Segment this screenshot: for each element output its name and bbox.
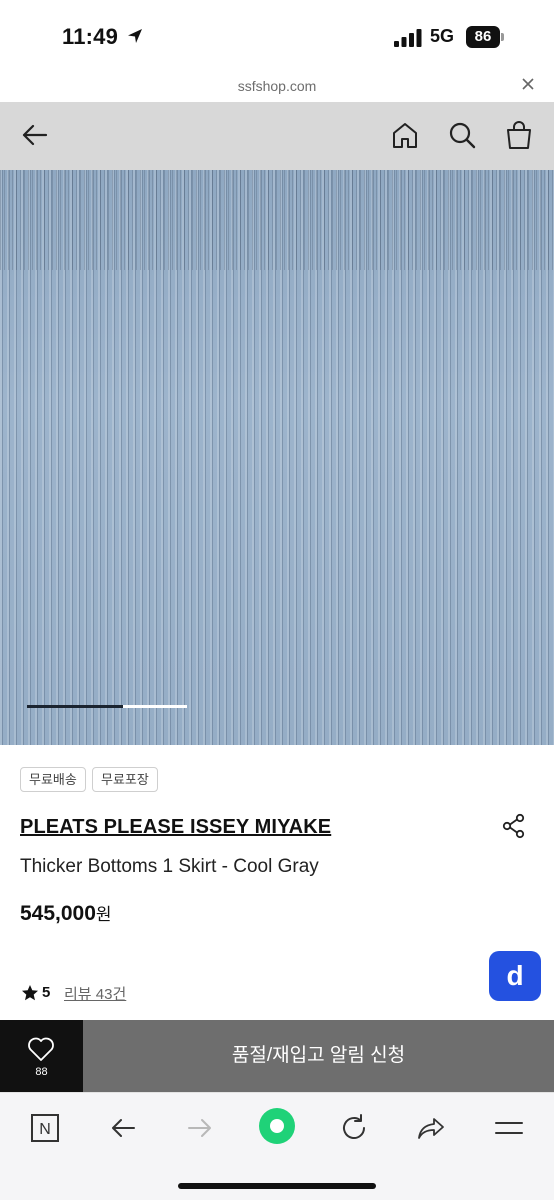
- browser-back-button[interactable]: [108, 1113, 138, 1143]
- forward-arrow-icon: [188, 1119, 211, 1137]
- search-button[interactable]: [445, 118, 479, 152]
- signal-icon: [394, 29, 422, 47]
- n-label: N: [39, 1121, 51, 1138]
- tag-free-shipping: 무료배송: [20, 767, 86, 792]
- gallery-progress-fill: [27, 705, 123, 708]
- share-arrow-icon: [418, 1118, 444, 1139]
- floating-d-label: d: [506, 960, 524, 991]
- battery-level: 86: [466, 26, 500, 48]
- price-unit: 원: [95, 905, 112, 924]
- product-price: 545,000원: [20, 900, 112, 926]
- restock-alert-button[interactable]: 품절/재입고 알림 신청: [83, 1020, 554, 1092]
- floating-d-button[interactable]: d: [489, 951, 541, 1001]
- product-image-gallery[interactable]: [0, 170, 554, 745]
- browser-forward-button[interactable]: [185, 1113, 215, 1143]
- back-button[interactable]: [18, 118, 52, 152]
- green-dot-icon: [259, 1108, 295, 1144]
- close-icon[interactable]: [520, 76, 536, 92]
- home-indicator: [178, 1183, 376, 1189]
- url-text[interactable]: ssfshop.com: [0, 78, 554, 94]
- back-arrow-icon: [22, 124, 48, 146]
- reload-icon: [343, 1114, 365, 1139]
- cart-button[interactable]: [502, 118, 536, 152]
- menu-button[interactable]: [494, 1113, 524, 1143]
- battery-tip: [501, 33, 504, 41]
- heart-icon: [28, 1037, 54, 1061]
- status-time: 11:49: [62, 24, 119, 49]
- battery-indicator: 86: [466, 26, 504, 48]
- n-menu-button[interactable]: N: [30, 1113, 60, 1143]
- rating-value: 5: [42, 984, 51, 1001]
- product-image-waistband: [0, 170, 554, 270]
- shopping-bag-icon: [507, 121, 531, 149]
- share-icon[interactable]: [500, 812, 528, 840]
- n-square-icon: N: [31, 1114, 59, 1142]
- like-button[interactable]: 88: [0, 1020, 83, 1092]
- share-page-button[interactable]: [416, 1113, 446, 1143]
- url-bar[interactable]: ssfshop.com: [0, 72, 554, 102]
- naver-green-button[interactable]: [258, 1107, 296, 1145]
- star-icon: [22, 985, 38, 1001]
- product-name: Thicker Bottoms 1 Skirt - Cool Gray: [20, 856, 319, 877]
- home-icon: [393, 123, 417, 148]
- tag-free-wrapping: 무료포장: [92, 767, 158, 792]
- reload-button[interactable]: [339, 1113, 369, 1143]
- home-button[interactable]: [388, 118, 422, 152]
- hamburger-icon: [495, 1122, 523, 1134]
- brand-link[interactable]: PLEATS PLEASE ISSEY MIYAKE: [20, 816, 331, 839]
- price-value: 545,000: [20, 902, 96, 925]
- network-type: 5G: [430, 26, 455, 46]
- gallery-progress-track: [27, 705, 187, 708]
- like-count: 88: [35, 1066, 48, 1078]
- site-header: [0, 102, 554, 170]
- back-arrow-icon: [112, 1119, 135, 1137]
- search-icon: [449, 122, 476, 149]
- review-count-link[interactable]: 리뷰 43건: [64, 983, 126, 1004]
- status-bar: 11:49 5G 86: [0, 0, 554, 72]
- location-arrow-icon: [128, 29, 142, 43]
